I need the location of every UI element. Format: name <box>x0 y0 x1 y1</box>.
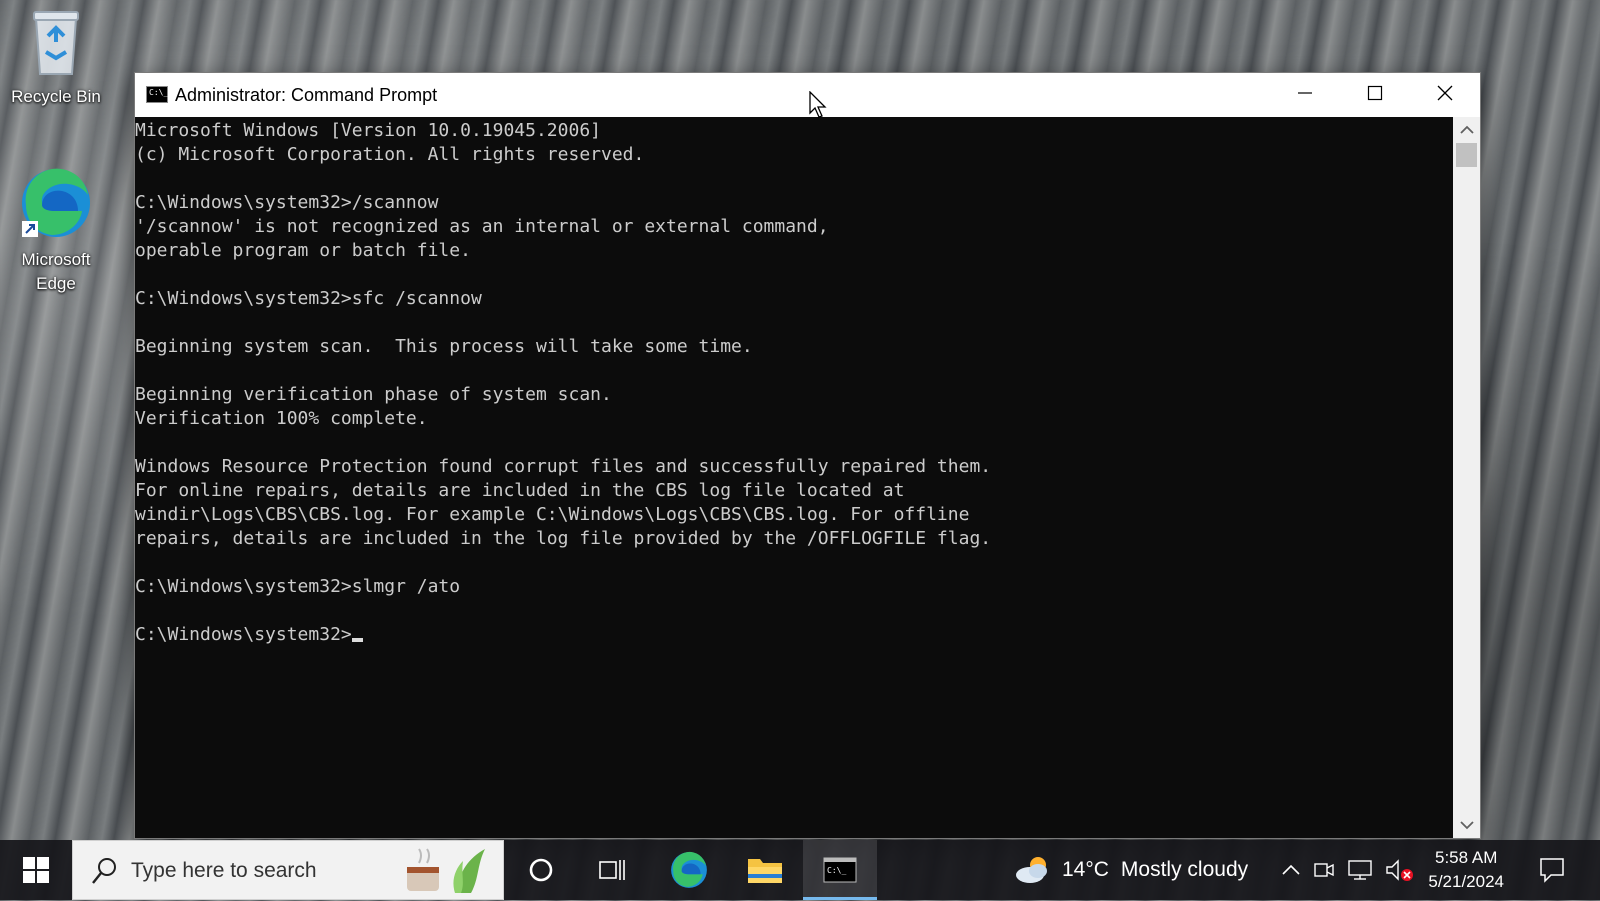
windows-logo-icon <box>23 857 49 883</box>
taskbar: Type here to search C:\_ 14°C Mostly clo… <box>0 840 1600 900</box>
clock-date: 5/21/2024 <box>1428 872 1504 891</box>
console-line: For online repairs, details are included… <box>135 480 905 501</box>
folder-icon <box>748 859 782 883</box>
edge-icon <box>8 165 104 248</box>
weather-condition: Mostly cloudy <box>1120 858 1249 881</box>
weather-widget[interactable]: 14°C Mostly cloudy <box>1012 840 1266 900</box>
show-hidden-icons-button[interactable] <box>1276 840 1306 900</box>
window-title: Administrator: Command Prompt <box>175 85 438 105</box>
cmd-app-icon: C:\_ <box>146 86 168 103</box>
console-output[interactable]: Microsoft Windows [Version 10.0.19045.20… <box>135 117 1453 838</box>
chevron-up-icon <box>1282 864 1300 875</box>
close-icon <box>1437 85 1453 101</box>
console-prompt: C:\Windows\system32> <box>135 624 352 645</box>
mouse-pointer-icon <box>809 90 829 124</box>
task-view-button[interactable] <box>576 840 648 900</box>
taskbar-file-explorer-button[interactable] <box>728 840 802 900</box>
minimize-button[interactable] <box>1270 73 1340 113</box>
cloudy-weather-icon <box>1016 857 1047 883</box>
close-button[interactable] <box>1410 73 1480 113</box>
desktop-icon-microsoft-edge[interactable]: Microsoft Edge <box>8 165 104 296</box>
console-line: (c) Microsoft Corporation. All rights re… <box>135 144 645 165</box>
cortana-circle-icon <box>529 858 553 882</box>
recycle-bin-label: Recycle Bin <box>11 87 101 106</box>
network-icon <box>1348 860 1372 880</box>
taskbar-command-prompt-button[interactable]: C:\_ <box>803 840 877 900</box>
edge-label-line2: Edge <box>36 274 76 293</box>
notification-icon <box>1540 858 1564 883</box>
network-button[interactable] <box>1342 840 1378 900</box>
task-view-icon <box>599 860 625 880</box>
maximize-icon <box>1367 85 1383 101</box>
taskbar-edge-button[interactable] <box>652 840 726 900</box>
volume-button[interactable] <box>1382 840 1418 900</box>
taskbar-search-box[interactable]: Type here to search <box>72 840 504 900</box>
start-button[interactable] <box>0 840 72 900</box>
meet-now-icon <box>1314 863 1334 877</box>
scrollbar-thumb[interactable] <box>1456 143 1477 167</box>
console-line: Beginning verification phase of system s… <box>135 384 612 405</box>
console-line: C:\Windows\system32>slmgr /ato <box>135 576 461 597</box>
edge-icon <box>671 851 707 888</box>
volume-muted-icon <box>1386 859 1413 881</box>
console-line: repairs, details are included in the log… <box>135 528 992 549</box>
chevron-down-icon <box>1459 821 1474 830</box>
recycle-bin-icon <box>8 6 104 85</box>
console-line: Verification 100% complete. <box>135 408 428 429</box>
command-prompt-window[interactable]: C:\_ Administrator: Command Prompt Micro… <box>135 73 1480 838</box>
scroll-down-arrow[interactable] <box>1453 814 1480 836</box>
text-cursor <box>351 638 363 642</box>
clock-time: 5:58 AM <box>1434 848 1498 867</box>
taskbar-clock[interactable]: 5:58 AM 5/21/2024 <box>1428 846 1504 894</box>
console-line: C:\Windows\system32>/scannow <box>135 192 439 213</box>
console-line: operable program or batch file. <box>135 240 471 261</box>
chevron-up-icon <box>1459 125 1474 134</box>
cmd-app-icon: C:\_ <box>823 857 857 883</box>
desktop-icon-recycle-bin[interactable]: Recycle Bin <box>8 6 104 109</box>
console-prompt-line[interactable]: C:\Windows\system32> <box>135 623 1453 647</box>
vertical-scrollbar[interactable] <box>1453 117 1480 838</box>
meet-now-button[interactable] <box>1308 840 1340 900</box>
console-line: windir\Logs\CBS\CBS.log. For example C:\… <box>135 504 970 525</box>
console-line: C:\Windows\system32>sfc /scannow <box>135 288 482 309</box>
search-highlight-icon <box>407 848 485 893</box>
search-placeholder: Type here to search <box>131 859 317 882</box>
svg-text:C:\_: C:\_ <box>827 866 846 875</box>
cortana-button[interactable] <box>506 840 576 900</box>
minimize-icon <box>1298 92 1312 94</box>
console-line: Microsoft Windows [Version 10.0.19045.20… <box>135 120 601 141</box>
edge-label-line1: Microsoft <box>21 250 91 269</box>
scroll-up-arrow[interactable] <box>1453 119 1480 141</box>
maximize-button[interactable] <box>1340 73 1410 113</box>
console-line: '/scannow' is not recognized as an inter… <box>135 216 829 237</box>
search-icon <box>92 858 116 884</box>
console-line: Beginning system scan. This process will… <box>135 336 753 357</box>
action-center-button[interactable] <box>1516 840 1588 900</box>
console-line: Windows Resource Protection found corrup… <box>135 456 992 477</box>
weather-temperature: 14°C <box>1062 858 1109 881</box>
window-titlebar[interactable]: C:\_ Administrator: Command Prompt <box>135 73 1480 117</box>
